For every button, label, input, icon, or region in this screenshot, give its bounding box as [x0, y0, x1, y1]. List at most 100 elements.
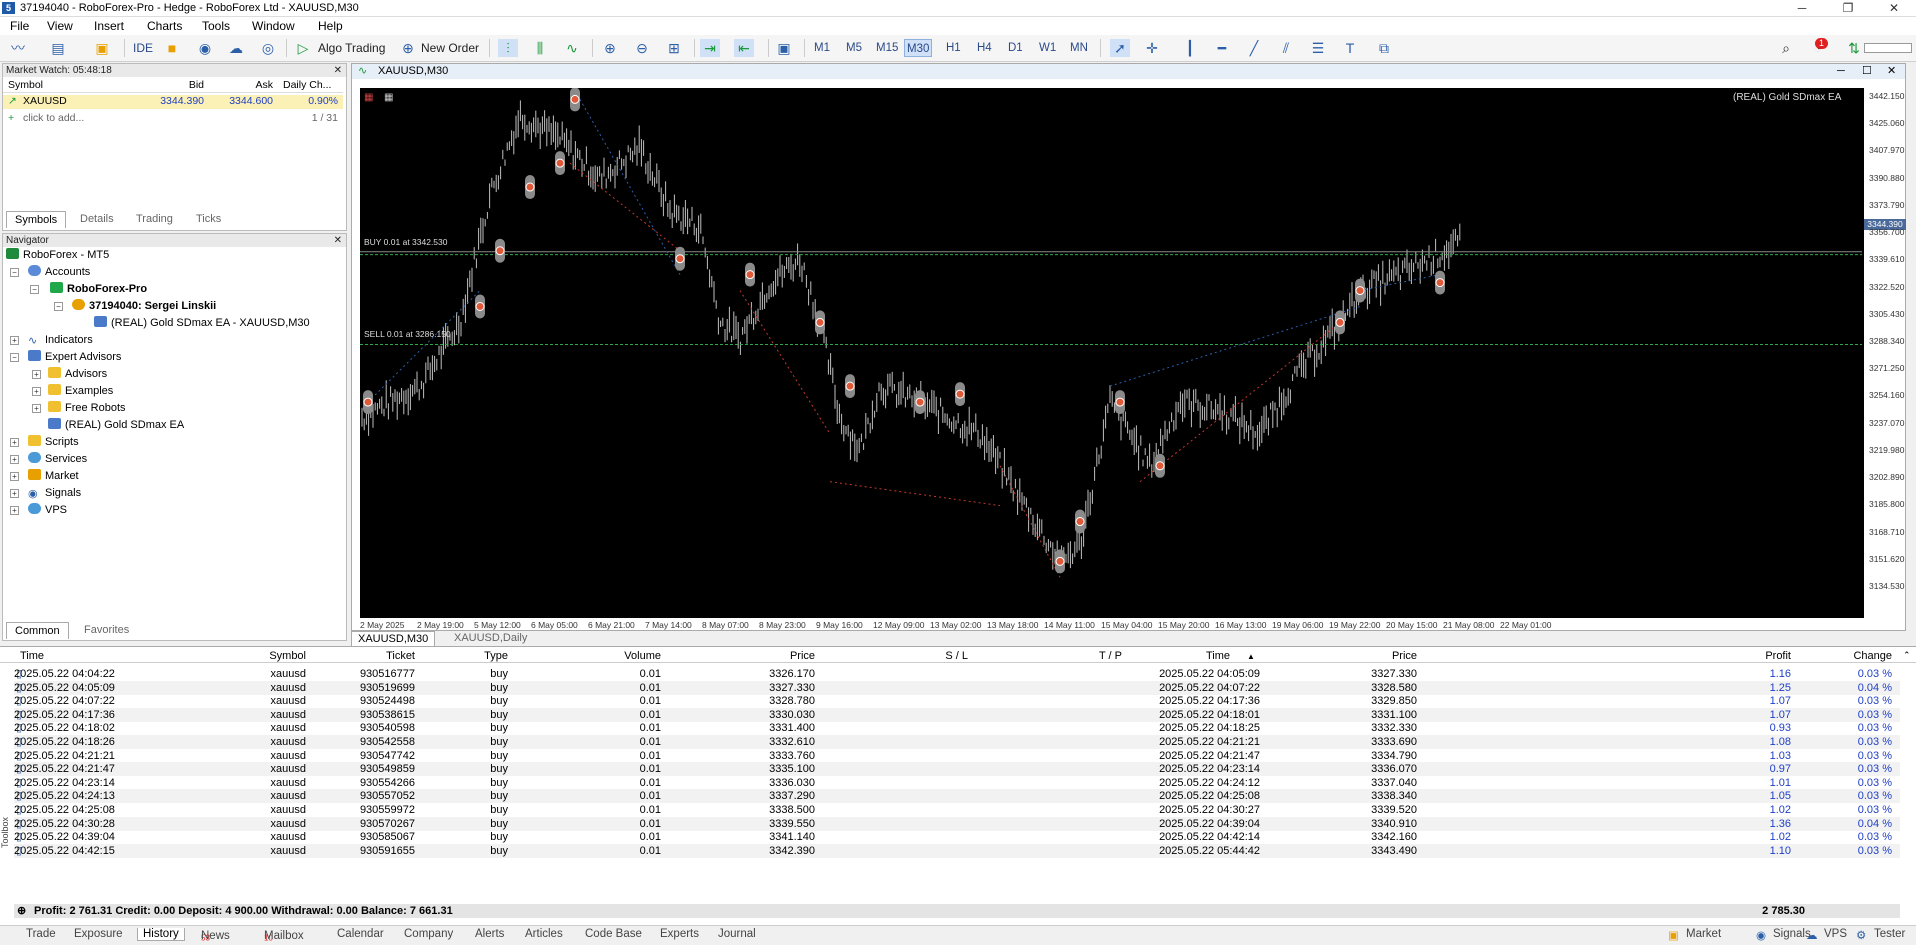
one-click-icon[interactable]: ▦ — [384, 92, 393, 103]
line-chart-icon[interactable]: ∿ — [562, 39, 582, 57]
dollar-icon[interactable]: ▣ — [92, 39, 112, 57]
col-sl[interactable]: S / L — [840, 650, 968, 662]
price-chart[interactable]: ▦ ▦ (REAL) Gold SDmax EA BUY 0.01 at 334… — [360, 88, 1864, 618]
menu-window[interactable]: Window — [252, 19, 295, 33]
history-row[interactable]: ▯ 2025.05.22 04:05:09 xauusd 930519699 buy 0.… — [14, 680, 1900, 695]
close-icon[interactable]: ✕ — [334, 234, 342, 247]
tab-symbols[interactable]: Symbols — [6, 211, 67, 228]
crosshair-icon[interactable]: ✛ — [1142, 39, 1162, 57]
nav-ea[interactable]: (REAL) Gold SDmax EA — [48, 418, 184, 432]
history-row[interactable]: ▯ 2025.05.22 04:21:47 xauusd 930549859 buy 0.… — [14, 762, 1900, 777]
tab-trading[interactable]: Trading — [128, 211, 181, 227]
nav-accounts[interactable]: Accounts — [28, 265, 90, 279]
menu-help[interactable]: Help — [318, 19, 343, 33]
history-row[interactable]: ▯ 2025.05.22 04:04:22 xauusd 930516777 buy 0.… — [14, 667, 1900, 681]
col-close-time[interactable]: Time — [1140, 650, 1230, 662]
nav-account[interactable]: 37194040: Sergei Linskii — [72, 299, 216, 313]
tab-favorites[interactable]: Favorites — [76, 622, 137, 638]
nav-signals[interactable]: ◉ Signals — [28, 486, 81, 500]
history-row[interactable]: ▯ 2025.05.22 04:07:22 xauusd 930524498 buy 0.… — [14, 694, 1900, 708]
col-price[interactable]: Price — [680, 650, 815, 662]
history-row[interactable]: ▯ 2025.05.22 04:39:04 xauusd 930585067 buy 0.… — [14, 830, 1900, 844]
search-icon[interactable]: ⌕ — [1776, 39, 1796, 57]
menu-file[interactable]: File — [10, 19, 29, 33]
col-tp[interactable]: T / P — [980, 650, 1122, 662]
expand-icon[interactable]: + — [32, 404, 41, 413]
text-tool-icon[interactable]: T — [1340, 39, 1360, 57]
summary-expand-icon[interactable]: ⊕ — [17, 904, 26, 918]
history-row[interactable]: ▯ 2025.05.22 04:42:15 xauusd 930591655 buy 0.… — [14, 843, 1900, 858]
col-bid[interactable]: Bid — [123, 79, 204, 91]
tab-journal[interactable]: Journal — [718, 928, 756, 940]
history-row[interactable]: ▯ 2025.05.22 04:17:36 xauusd 930538615 buy 0.… — [14, 707, 1900, 722]
collapse-icon[interactable]: − — [10, 268, 19, 277]
tab-articles[interactable]: Articles — [525, 928, 563, 940]
zoom-out-icon[interactable]: ⊖ — [632, 39, 652, 57]
nav-scripts[interactable]: Scripts — [28, 435, 79, 449]
nav-free-robots[interactable]: Free Robots — [48, 401, 126, 415]
tab-company[interactable]: Company — [404, 928, 453, 940]
ide-button[interactable]: IDE — [133, 38, 153, 58]
col-daily-change[interactable]: Daily Ch... — [283, 79, 331, 91]
chart-minimize-button[interactable]: ─ — [1837, 64, 1845, 79]
tab-alerts[interactable]: Alerts — [475, 928, 504, 940]
expand-icon[interactable]: + — [10, 472, 19, 481]
history-row[interactable]: ▯ 2025.05.22 04:25:08 xauusd 930559972 buy 0.… — [14, 803, 1900, 817]
tf-m30[interactable]: M30 — [904, 39, 933, 57]
tab-details[interactable]: Details — [72, 211, 122, 227]
scroll-up-icon[interactable]: ⌃ — [1903, 650, 1911, 661]
signal-icon[interactable]: ◉ — [195, 39, 215, 57]
history-row[interactable]: ▯ 2025.05.22 04:18:02 xauusd 930540598 buy 0.… — [14, 721, 1900, 735]
tf-m15[interactable]: M15 — [874, 39, 900, 57]
nav-services[interactable]: Services — [28, 452, 87, 466]
nav-server[interactable]: RoboForex-Pro — [50, 282, 147, 296]
chart-type-icon[interactable]: 〰 — [8, 39, 28, 57]
tab-code-base[interactable]: Code Base — [585, 928, 642, 940]
chart-shift-icon[interactable]: ⇤ — [734, 39, 754, 57]
nav-ea-instance[interactable]: (REAL) Gold SDmax EA - XAUUSD,M30 — [94, 316, 310, 330]
tf-d1[interactable]: D1 — [1006, 39, 1025, 57]
tester-button[interactable]: Tester — [1874, 928, 1905, 940]
restore-button[interactable]: ❐ — [1826, 0, 1870, 17]
col-profit[interactable]: Profit — [1700, 650, 1791, 662]
cursor-icon[interactable]: ➚ — [1110, 39, 1130, 57]
tab-exposure[interactable]: Exposure — [74, 928, 123, 940]
tf-m1[interactable]: M1 — [812, 39, 832, 57]
tab-ticks[interactable]: Ticks — [188, 211, 229, 227]
tab-trade[interactable]: Trade — [26, 928, 56, 940]
col-time[interactable]: Time — [20, 650, 44, 662]
nav-expert-advisors[interactable]: Expert Advisors — [28, 350, 121, 364]
nav-examples[interactable]: Examples — [48, 384, 113, 398]
market-watch-row[interactable]: ↗ XAUUSD 3344.390 3344.600 0.90% — [3, 95, 343, 109]
nav-advisors[interactable]: Advisors — [48, 367, 107, 381]
screenshot-icon[interactable]: ▣ — [774, 39, 794, 57]
expand-icon[interactable]: + — [10, 506, 19, 515]
col-ask[interactable]: Ask — [208, 79, 273, 91]
history-row[interactable]: ▯ 2025.05.22 04:30:28 xauusd 930570267 buy 0.… — [14, 816, 1900, 831]
nav-vps[interactable]: VPS — [28, 503, 67, 517]
expand-icon[interactable]: + — [32, 387, 41, 396]
col-change[interactable]: Change — [1820, 650, 1892, 662]
autoscroll-icon[interactable]: ⇥ — [700, 39, 720, 57]
briefcase-icon[interactable]: ■ — [162, 39, 182, 57]
vps-button[interactable]: VPS — [1824, 928, 1847, 940]
tab-mailbox[interactable]: Mailbox 10 — [264, 928, 304, 942]
close-button[interactable]: ✕ — [1872, 0, 1916, 17]
tab-news[interactable]: News 53 — [201, 928, 230, 942]
collapse-icon[interactable]: − — [54, 302, 63, 311]
minimize-button[interactable]: ─ — [1780, 0, 1824, 17]
tab-chart-daily[interactable]: XAUUSD,Daily — [454, 632, 527, 644]
toolbox-label[interactable]: Toolbox — [0, 737, 12, 927]
expand-icon[interactable]: + — [10, 438, 19, 447]
tf-mn[interactable]: MN — [1068, 39, 1090, 57]
chart-maximize-button[interactable]: ☐ — [1862, 64, 1872, 79]
col-ticket[interactable]: Ticket — [320, 650, 415, 662]
menu-view[interactable]: View — [47, 19, 73, 33]
horizontal-line-icon[interactable]: ━ — [1212, 39, 1232, 57]
expand-icon[interactable]: + — [32, 370, 41, 379]
expand-icon[interactable]: + — [10, 336, 19, 345]
col-symbol[interactable]: Symbol — [8, 79, 43, 91]
tf-m5[interactable]: M5 — [844, 39, 864, 57]
cloud-icon[interactable]: ☁ — [226, 39, 246, 57]
tab-common[interactable]: Common — [6, 622, 69, 639]
